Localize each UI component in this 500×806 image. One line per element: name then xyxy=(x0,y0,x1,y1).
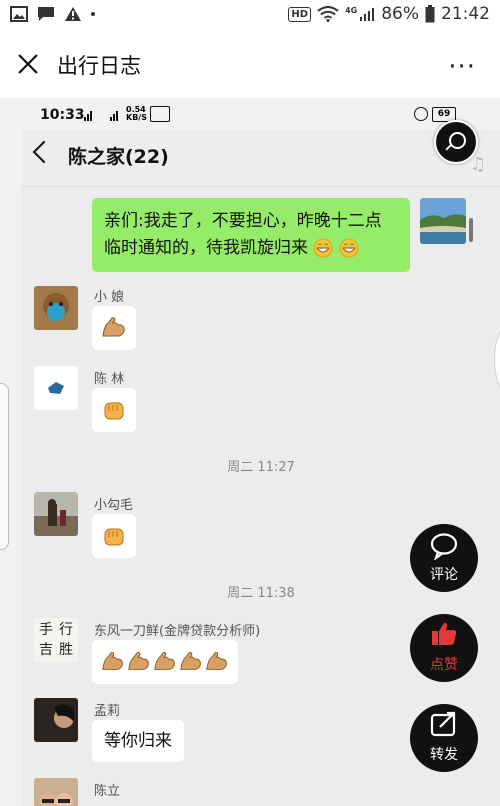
scroll-indicator xyxy=(469,218,473,242)
fist-emoji-icon xyxy=(104,402,124,420)
inner-speed: 0.54 KB/S xyxy=(126,105,147,122)
message-text: 等你归来 xyxy=(104,731,172,751)
message-icon xyxy=(38,7,54,21)
sender-name: 孟莉 xyxy=(94,704,121,719)
muscle-emoji-icon xyxy=(102,652,123,670)
avatar[interactable] xyxy=(34,366,78,410)
embedded-screenshot: 10:33 0.54 KB/S 69 陈之家(22) ♫ 亲们:我走了，不要担心… xyxy=(22,98,500,806)
close-icon[interactable] xyxy=(16,52,40,76)
sender-name: 小勾毛 xyxy=(94,498,134,513)
inner-status-bar: 10:33 0.54 KB/S 69 xyxy=(22,98,500,130)
status-bar: HD 4G 86% 21:42 xyxy=(0,0,500,32)
avatar[interactable]: 手 行 吉 胜 xyxy=(34,618,78,662)
message-bubble[interactable] xyxy=(92,306,136,350)
sender-name: 东风一刀鲜(金牌贷款分析师) xyxy=(94,624,261,639)
clock: 21:42 xyxy=(441,4,490,24)
muscle-emoji-icon xyxy=(180,652,201,670)
thumbs-up-icon xyxy=(432,622,457,645)
avatar[interactable] xyxy=(34,698,78,742)
avatar-char: 手 xyxy=(39,622,53,638)
image-icon xyxy=(10,6,28,22)
rotation-lock-icon xyxy=(414,107,428,121)
sender-name: 陈立 xyxy=(94,784,121,799)
battery-icon xyxy=(425,5,435,23)
page-title: 出行日志 xyxy=(57,54,141,78)
top-bar: 出行日志 ··· xyxy=(0,32,500,98)
comment-button[interactable]: 评论 xyxy=(410,524,478,592)
muscle-emoji-icon xyxy=(128,652,149,670)
muscle-emoji-icon xyxy=(102,317,125,337)
like-button[interactable]: 点赞 xyxy=(410,614,478,682)
grin-emoji-icon xyxy=(313,238,333,258)
grin-emoji-icon xyxy=(339,238,359,258)
avatar[interactable] xyxy=(34,778,78,806)
share-icon xyxy=(430,711,456,737)
avatar-self[interactable] xyxy=(420,198,466,244)
avatar-char: 行 xyxy=(59,622,73,638)
avatar-char: 胜 xyxy=(59,642,73,658)
side-tab[interactable] xyxy=(0,383,9,550)
message-bubble[interactable] xyxy=(92,514,136,558)
fist-emoji-icon xyxy=(104,528,124,546)
more-button[interactable]: ··· xyxy=(448,52,476,82)
wifi-icon xyxy=(317,6,339,22)
chat-header: 陈之家(22) xyxy=(22,130,500,187)
sender-name: 小 娘 xyxy=(94,290,125,305)
battery-percent: 86% xyxy=(381,4,419,24)
avatar[interactable] xyxy=(34,492,78,536)
share-label: 转发 xyxy=(430,747,458,763)
message-bubble[interactable] xyxy=(92,640,238,684)
signal-icon xyxy=(360,8,375,21)
back-icon[interactable] xyxy=(32,140,56,164)
edge-handle[interactable] xyxy=(494,328,500,390)
avatar-char: 吉 xyxy=(39,642,53,658)
sender-name: 陈 林 xyxy=(94,372,125,387)
message-bubble[interactable]: 等你归来 xyxy=(92,720,184,762)
avatar[interactable] xyxy=(34,286,78,330)
music-note-icon: ♫ xyxy=(470,154,487,175)
chat-title: 陈之家(22) xyxy=(68,146,169,168)
comment-label: 评论 xyxy=(430,567,458,583)
left-edge xyxy=(0,98,22,806)
inner-clock: 10:33 xyxy=(40,107,85,123)
comment-icon xyxy=(430,533,458,560)
hd-icon xyxy=(150,106,170,122)
muscle-emoji-icon xyxy=(206,652,227,670)
message-bubble[interactable] xyxy=(92,388,136,432)
hd-badge: HD xyxy=(288,6,312,22)
muscle-emoji-icon xyxy=(154,652,175,670)
share-button[interactable]: 转发 xyxy=(410,704,478,772)
network-type: 4G xyxy=(345,5,358,15)
message-bubble-self[interactable]: 亲们:我走了，不要担心，昨晚十二点临时通知的，待我凯旋归来 xyxy=(92,198,410,272)
like-label: 点赞 xyxy=(430,657,458,673)
warning-icon xyxy=(65,7,81,21)
timestamp: 周二 11:27 xyxy=(227,460,295,475)
dot-icon xyxy=(91,12,95,16)
